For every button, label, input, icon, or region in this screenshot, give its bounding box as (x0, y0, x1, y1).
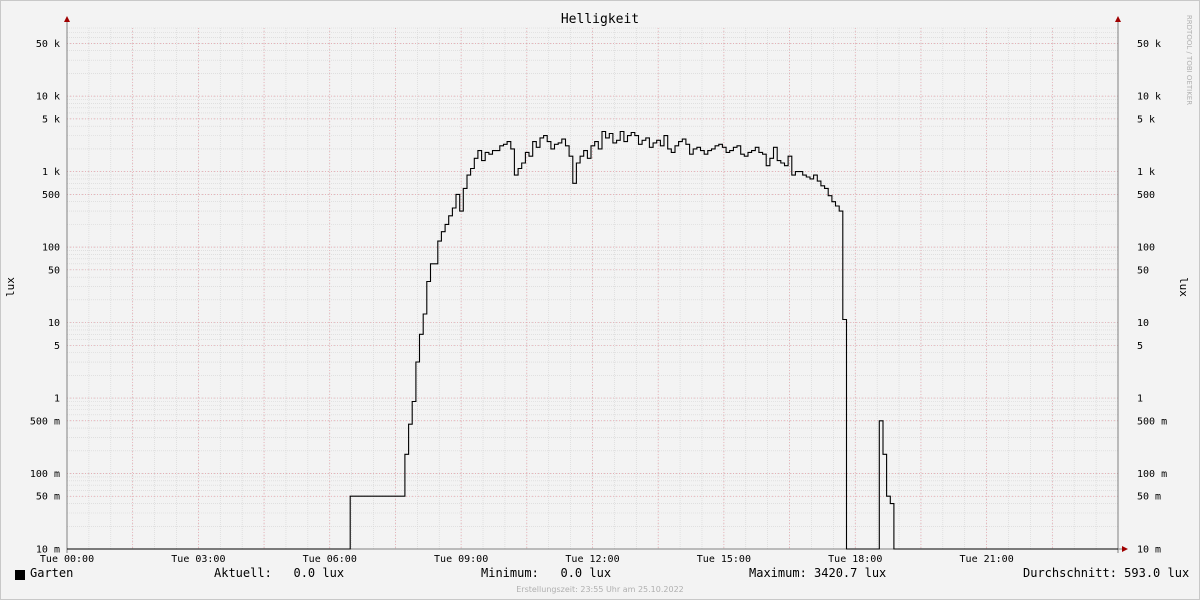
y-tick-label-right: 5 k (1137, 114, 1155, 125)
y-tick-label-right: 50 m (1137, 492, 1161, 503)
y-axis-label-right: lux (1177, 277, 1190, 297)
grid (66, 27, 1119, 550)
x-tick-label: Tue 03:00 (171, 554, 225, 565)
x-tick-label: Tue 18:00 (828, 554, 882, 565)
x-tick-label: Tue 21:00 (960, 554, 1014, 565)
chart-title: Helligkeit (561, 12, 639, 27)
y-axis-label-left: lux (4, 277, 17, 297)
y-axis-arrow-left (64, 16, 70, 22)
x-tick-label: Tue 12:00 (565, 554, 619, 565)
y-tick-label-right: 1 k (1137, 167, 1155, 178)
y-tick-label-left: 500 (42, 190, 60, 201)
x-tick-label: Tue 06:00 (303, 554, 357, 565)
legend-swatch (15, 570, 25, 580)
legend-current: Aktuell: 0.0 lux (214, 566, 345, 580)
y-tick-label-right: 100 m (1137, 469, 1167, 480)
legend-maximum: Maximum: 3420.7 lux (749, 566, 887, 580)
y-tick-label-left: 50 m (36, 492, 60, 503)
legend-series-name: Garten (30, 566, 74, 580)
x-tick-label: Tue 09:00 (434, 554, 488, 565)
chart: 50 k 10 k 5 k 1 k 500 100 50 10 5 1 500 m 100 m 50 m… (4, 12, 1193, 565)
legend-average: Durchschnitt: 593.0 lux (1023, 566, 1190, 580)
y-tick-label-right: 10 (1137, 318, 1149, 329)
watermark: RRDTOOL / TOBI OETIKER (1185, 15, 1193, 105)
y-tick-label-left: 5 k (42, 114, 60, 125)
axes (64, 16, 1128, 553)
y-ticks-left: 50 k 10 k 5 k 1 k 500 100 50 10 5 1 500 m 100 m 50 m… (30, 39, 60, 556)
y-tick-label-right: 10 k (1137, 92, 1161, 103)
y-axis-arrow-right (1115, 16, 1121, 22)
y-tick-label-right: 100 (1137, 243, 1155, 254)
y-tick-label-left: 50 k (36, 39, 60, 50)
x-ticks: Tue 00:00 Tue 03:00 Tue 06:00 Tue 09:00 Tue … (40, 554, 1014, 565)
x-tick-label: Tue 15:00 (697, 554, 751, 565)
legend-minimum: Minimum: 0.0 lux (481, 566, 612, 580)
y-tick-label-right: 1 (1137, 394, 1143, 405)
y-tick-label-right: 500 m (1137, 416, 1167, 427)
y-ticks-right: 50 k 10 k 5 k 1 k 500 100 50 10 5 1 500 m 100 m 50 m… (1137, 39, 1167, 556)
x-axis-arrow (1122, 546, 1128, 552)
y-tick-label-left: 1 (54, 394, 60, 405)
y-tick-label-right: 5 (1137, 341, 1143, 352)
y-tick-label-right: 50 k (1137, 39, 1161, 50)
x-tick-label: Tue 00:00 (40, 554, 94, 565)
y-tick-label-left: 1 k (42, 167, 60, 178)
y-tick-label-left: 50 (48, 265, 60, 276)
y-tick-label-left: 10 k (36, 92, 60, 103)
y-tick-label-left: 100 (42, 243, 60, 254)
y-tick-label-right: 500 (1137, 190, 1155, 201)
y-tick-label-right: 50 (1137, 265, 1149, 276)
y-tick-label-left: 500 m (30, 416, 60, 427)
legend: Garten Aktuell: 0.0 lux Minimum: 0.0 lux… (0, 566, 1200, 584)
footer-timestamp: Erstellungszeit: 23:55 Uhr am 25.10.2022 (516, 585, 684, 594)
y-tick-label-left: 5 (54, 341, 60, 352)
y-tick-label-left: 100 m (30, 469, 60, 480)
y-tick-label-right: 10 m (1137, 545, 1161, 556)
y-tick-label-left: 10 (48, 318, 60, 329)
